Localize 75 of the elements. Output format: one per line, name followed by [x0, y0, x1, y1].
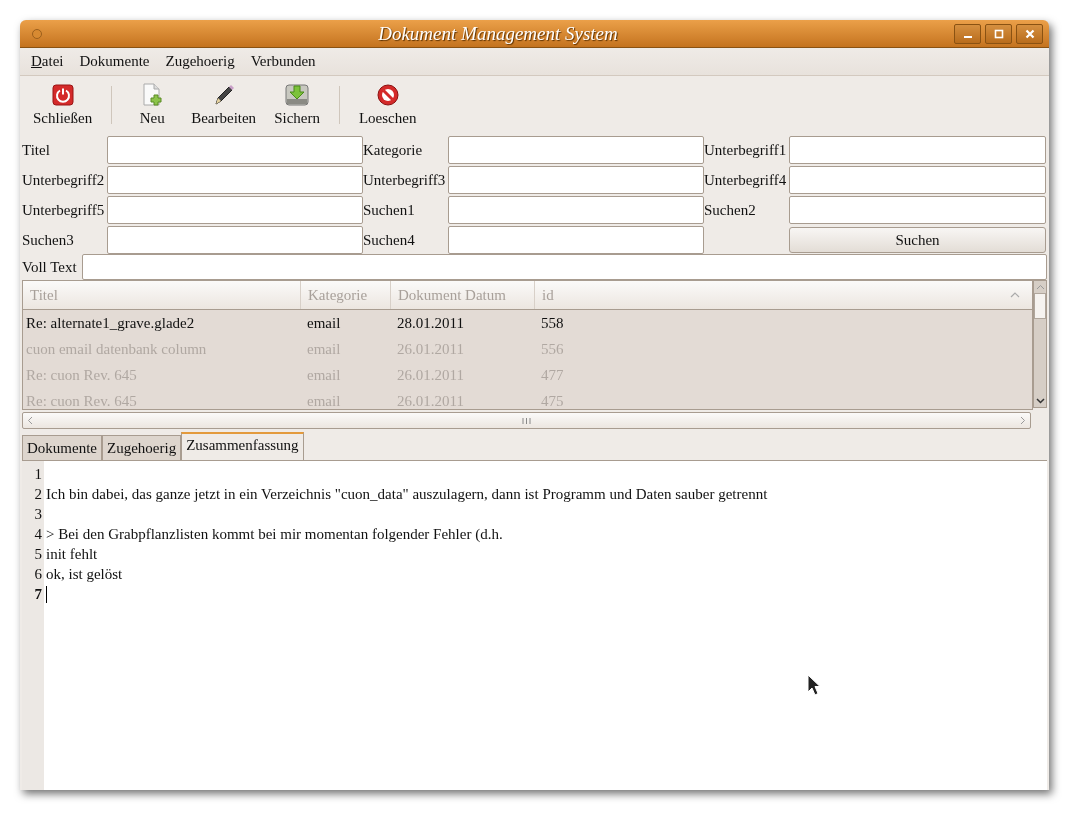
menu-item[interactable]: Datei — [31, 53, 64, 70]
field-label: Titel — [22, 141, 51, 159]
full-text-field[interactable] — [82, 254, 1047, 280]
tab[interactable]: Dokumente — [22, 435, 102, 460]
text-line: > Bei den Grabpflanzlisten kommt bei mir momentan folgender Fehler (d.h. — [46, 525, 503, 544]
maximize-button[interactable] — [985, 23, 1012, 44]
menu-item[interactable]: Dokumente — [79, 53, 150, 70]
field-label: Suchen4 — [363, 231, 416, 249]
field-label: Suchen2 — [704, 201, 757, 219]
table-cell-text: Re: alternate1_grave.glade2 — [25, 314, 196, 332]
toolbar-button[interactable]: Schließen — [24, 81, 102, 129]
text-field[interactable] — [448, 136, 704, 164]
field-label: Suchen1 — [363, 201, 416, 219]
field-label: Voll Text — [22, 258, 78, 276]
scroll-down-icon[interactable] — [1035, 398, 1045, 404]
window-menu-icon[interactable] — [32, 28, 42, 39]
table-cell-text: 28.01.2011 — [396, 314, 465, 332]
text-field[interactable] — [789, 136, 1046, 164]
line-number: 7 — [34, 585, 43, 604]
text-line: ok, ist gelöst — [46, 565, 123, 584]
text-field[interactable] — [107, 166, 363, 194]
text-field[interactable] — [448, 226, 704, 254]
line-number: 6 — [34, 565, 43, 584]
text-field[interactable] — [789, 196, 1046, 224]
menu-item[interactable]: Zugehoerig — [165, 53, 235, 70]
field-label: Unterbegriff3 — [363, 171, 447, 189]
tab[interactable]: Zusammenfassung — [181, 432, 304, 460]
no-entry-icon — [375, 83, 400, 107]
vertical-scrollbar[interactable] — [1033, 280, 1047, 408]
field-label: Kategorie — [363, 141, 424, 159]
line-number: 2 — [34, 485, 43, 504]
toolbar-button[interactable]: Neu — [122, 81, 183, 129]
text-field[interactable] — [448, 196, 704, 224]
text-field[interactable] — [107, 226, 363, 254]
toolbar-button[interactable]: Sichern — [265, 81, 329, 129]
maximize-icon — [993, 28, 1004, 39]
table-cell-text: email — [306, 314, 342, 332]
table-row[interactable]: Re: alternate1_grave.glade2 email 28.01.2011 558 — [23, 310, 1032, 336]
text-line: init fehlt — [46, 545, 98, 564]
mouse-pointer-icon — [807, 674, 821, 696]
line-number: 3 — [34, 505, 43, 524]
drive-download-icon — [285, 83, 310, 107]
minimize-button[interactable] — [954, 23, 981, 44]
grip-icon — [522, 417, 531, 424]
text-field[interactable] — [448, 166, 704, 194]
scroll-right-icon[interactable] — [1020, 416, 1026, 425]
field-label: Unterbegriff4 — [704, 171, 788, 189]
window-title: Dokument Management System — [377, 22, 619, 45]
close-button[interactable] — [1016, 23, 1043, 44]
scroll-up-icon[interactable] — [1035, 284, 1045, 290]
text-field[interactable] — [107, 136, 363, 164]
line-number: 1 — [34, 465, 43, 484]
toolbar-button[interactable]: Loeschen — [349, 81, 426, 129]
field-label: Unterbegriff1 — [704, 141, 788, 159]
new-document-icon — [141, 83, 164, 107]
toolbar-button[interactable]: Bearbeiten — [182, 81, 266, 129]
scrollbar-thumb[interactable] — [1034, 293, 1046, 319]
text-field[interactable] — [789, 166, 1046, 194]
menu-item[interactable]: Verbunden — [250, 53, 316, 70]
line-number: 4 — [34, 525, 43, 544]
power-icon — [51, 83, 74, 107]
field-label: Unterbegriff2 — [22, 171, 106, 189]
scroll-left-icon[interactable] — [27, 416, 33, 425]
text-cursor — [46, 585, 47, 603]
table-cell-text: 558 — [540, 314, 565, 332]
line-number: 5 — [34, 545, 43, 564]
text-line: Ich bin dabei, das ganze jetzt in ein Verzeichnis "cuon_data" auszulagern, dann ist Programm und Daten sauber getrennt — [46, 485, 768, 504]
minimize-icon — [963, 35, 972, 38]
field-label: Suchen3 — [22, 231, 75, 249]
field-label: Unterbegriff5 — [22, 201, 106, 219]
tab[interactable]: Zugehoerig — [102, 435, 182, 460]
close-icon — [1024, 28, 1035, 39]
horizontal-scrollbar[interactable] — [22, 412, 1031, 429]
search-button[interactable]: Suchen — [789, 227, 1046, 253]
text-field[interactable] — [107, 196, 363, 224]
